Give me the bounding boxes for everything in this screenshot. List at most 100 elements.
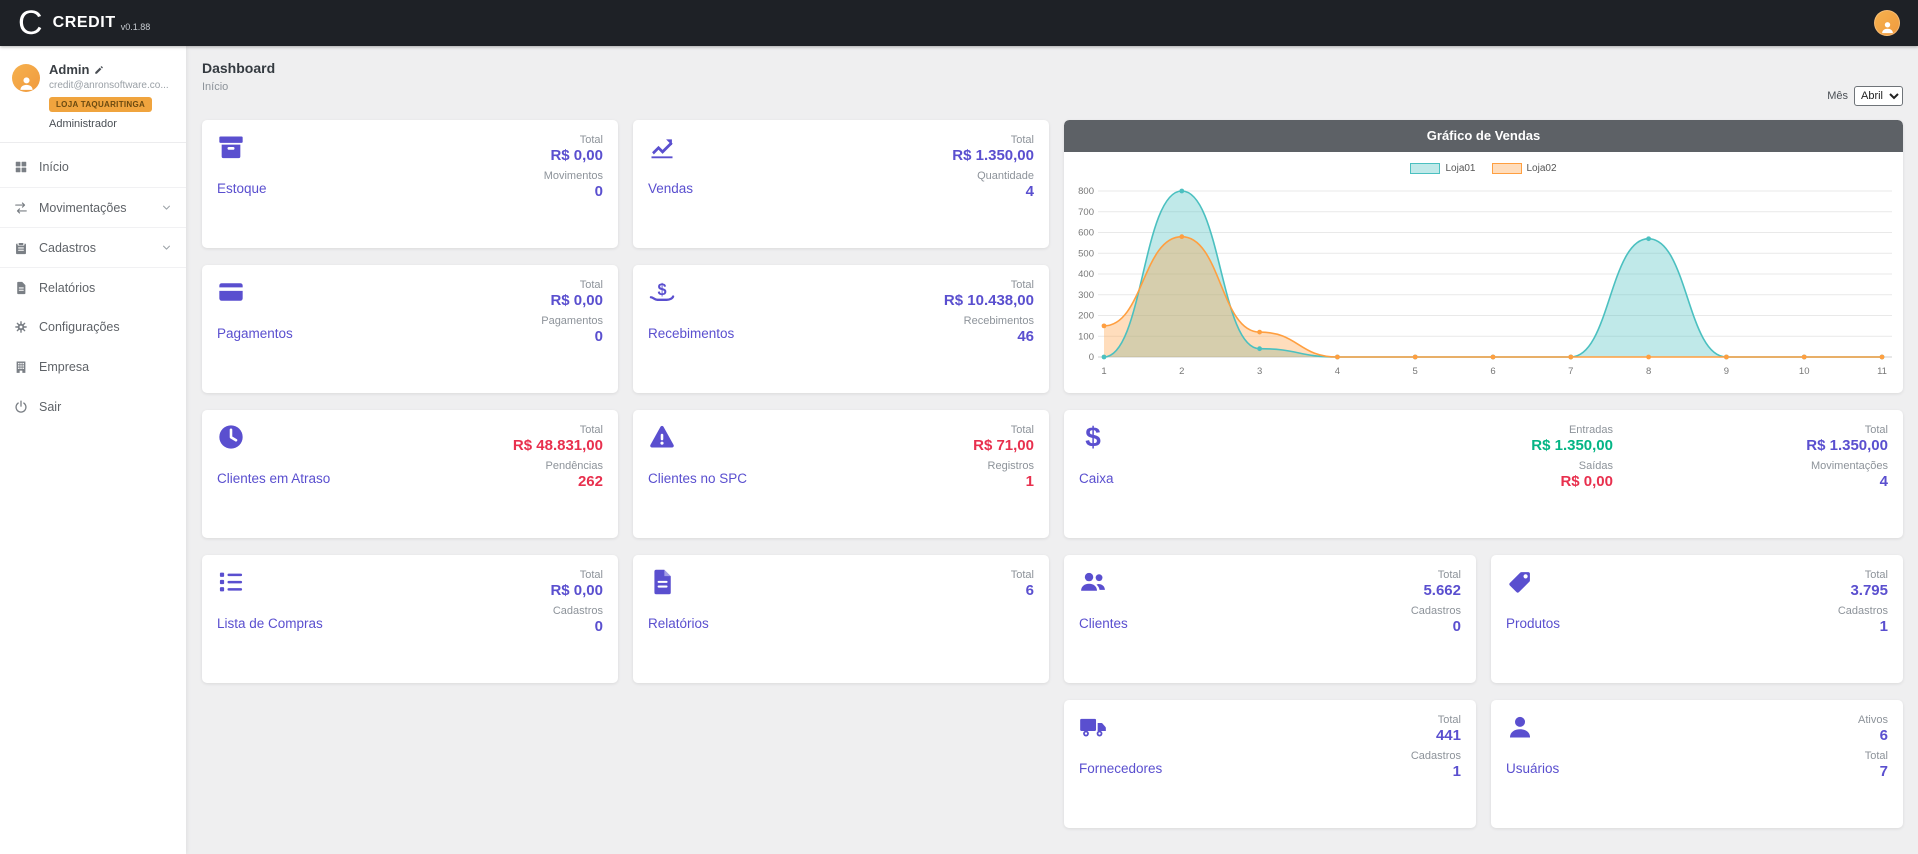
stat-value: 262 [578, 473, 603, 492]
card-title: Usuários [1506, 761, 1858, 776]
sidebar-item-movimentacoes[interactable]: Movimentações [0, 187, 186, 227]
stat-value: R$ 71,00 [973, 437, 1034, 456]
card-stats: TotalR$ 1.350,00Movimentações4 [1613, 423, 1888, 525]
stat-value: R$ 0,00 [1560, 473, 1613, 492]
stat-value: 46 [1017, 328, 1034, 347]
card-stats: TotalR$ 48.831,00 Pendências262 [513, 423, 603, 525]
user-avatar-button[interactable] [1874, 10, 1900, 36]
card-title: Estoque [217, 181, 544, 196]
pencil-icon [94, 65, 104, 75]
card-clientes-atraso[interactable]: Clientes em Atraso TotalR$ 48.831,00 Pendê… [202, 410, 618, 538]
svg-text:10: 10 [1799, 366, 1810, 377]
month-select[interactable]: Abril [1854, 86, 1903, 106]
svg-text:100: 100 [1078, 331, 1094, 342]
stat-label: Cadastros [1838, 604, 1888, 618]
card-stats: Total6 [1011, 568, 1034, 670]
stat-value: 441 [1436, 727, 1461, 746]
stat-label: Ativos [1858, 713, 1888, 727]
card-vendas[interactable]: VendasTotalR$ 1.350,00Quantidade4 [633, 120, 1049, 248]
sidebar-item-sair[interactable]: Sair [0, 387, 186, 427]
svg-text:$: $ [1085, 423, 1101, 451]
sidebar-item-empresa[interactable]: Empresa [0, 347, 186, 387]
tag-icon [1506, 568, 1534, 596]
brand-name: CREDIT [53, 14, 116, 32]
stat-value: 5.662 [1423, 582, 1461, 601]
card-lista-compras[interactable]: Lista de ComprasTotalR$ 0,00Cadastros0 [202, 555, 618, 683]
card-fornecedores[interactable]: FornecedoresTotal441Cadastros1 [1064, 700, 1476, 828]
main-content: Dashboard Início Mês Abril Gráfico de Ve… [186, 46, 1918, 854]
sidebar-item-cadastros[interactable]: Cadastros [0, 227, 186, 267]
stat-value: 1 [1880, 618, 1888, 637]
svg-text:3: 3 [1257, 366, 1262, 377]
card-stats: Ativos6Total7 [1858, 713, 1888, 815]
stat-label: Pendências [546, 459, 604, 473]
stat-label: Total [1865, 423, 1888, 437]
stat-label: Entradas [1569, 423, 1613, 437]
person-icon [18, 75, 35, 92]
card-estoque[interactable]: EstoqueTotalR$ 0,00Movimentos0 [202, 120, 618, 248]
card-stats: TotalR$ 1.350,00Quantidade4 [952, 133, 1034, 235]
sidebar-menu: Início MovimentaçõesCadastros Relatórios Co… [0, 143, 186, 431]
stat-label: Total [1865, 568, 1888, 582]
card-caixa[interactable]: $CaixaEntradasR$ 1.350,00SaídasR$ 0,00To… [1064, 410, 1903, 538]
archive-icon [217, 133, 245, 161]
stat-value: 3.795 [1850, 582, 1888, 601]
user-icon [1506, 713, 1534, 741]
card-usuarios[interactable]: UsuáriosAtivos6Total7 [1491, 700, 1903, 828]
stat-label: Movimentações [1811, 459, 1888, 473]
legend-item[interactable]: Loja02 [1492, 163, 1557, 174]
stat-value: 4 [1026, 183, 1034, 202]
card-produtos[interactable]: Produtos Total3.795 Cadastros1 [1491, 555, 1903, 683]
stat-value: 0 [595, 618, 603, 637]
stat-label: Cadastros [1411, 604, 1461, 618]
card-title: Relatórios [648, 616, 1011, 631]
stat-label: Total [1865, 749, 1888, 763]
truck-icon [1079, 713, 1107, 741]
edit-profile-icon[interactable] [94, 65, 104, 75]
building-icon [14, 360, 28, 374]
profile-role: Administrador [49, 118, 174, 130]
stat-label: Total [580, 423, 603, 437]
card-title: Produtos [1506, 616, 1838, 631]
card-title: Clientes no SPC [648, 471, 973, 486]
card-stats: EntradasR$ 1.350,00SaídasR$ 0,00 [1531, 423, 1613, 525]
sidebar-item-configuracoes[interactable]: Configurações [0, 307, 186, 347]
card-clientes-spc[interactable]: Clientes no SPCTotalR$ 71,00Registros1 [633, 410, 1049, 538]
card-stats: TotalR$ 0,00Cadastros0 [550, 568, 603, 670]
stat-value: 1 [1453, 763, 1461, 782]
stat-value: R$ 48.831,00 [513, 437, 603, 456]
card-stats: Total3.795 Cadastros1 [1838, 568, 1888, 670]
profile-name: Admin [49, 62, 89, 77]
users-icon [1079, 568, 1107, 596]
svg-text:6: 6 [1490, 366, 1495, 377]
card-pagamentos[interactable]: PagamentosTotalR$ 0,00Pagamentos0 [202, 265, 618, 393]
exchange-icon [14, 201, 28, 215]
card-title: Fornecedores [1079, 761, 1411, 776]
stat-value: R$ 1.350,00 [952, 147, 1034, 166]
power-icon [14, 400, 28, 414]
card-stats: TotalR$ 10.438,00Recebimentos46 [944, 278, 1034, 380]
stat-value: 6 [1026, 582, 1034, 601]
legend-item[interactable]: Loja01 [1410, 163, 1475, 174]
card-recebimentos[interactable]: $RecebimentosTotalR$ 10.438,00Recebiment… [633, 265, 1049, 393]
list-icon [217, 568, 245, 596]
svg-text:9: 9 [1724, 366, 1729, 377]
sidebar-item-relatorios[interactable]: Relatórios [0, 267, 186, 307]
card-clientes[interactable]: ClientesTotal5.662Cadastros0 [1064, 555, 1476, 683]
stat-value: R$ 10.438,00 [944, 292, 1034, 311]
avatar[interactable] [12, 64, 40, 92]
card-title: Clientes [1079, 616, 1411, 631]
sidebar-item-label: Início [39, 160, 69, 174]
sidebar-item-label: Empresa [39, 360, 89, 374]
person-icon [1880, 20, 1895, 35]
card-title: Clientes em Atraso [217, 471, 513, 486]
chart-legend: Loja01 Loja02 [1064, 161, 1903, 175]
sidebar-item-label: Relatórios [39, 281, 95, 295]
card-relatorios[interactable]: RelatóriosTotal6 [633, 555, 1049, 683]
card-stats: Total5.662Cadastros0 [1411, 568, 1461, 670]
legend-label: Loja02 [1527, 163, 1557, 174]
profile-section: Admin credit@anronsoftware.co... LOJA TA… [0, 46, 186, 143]
stat-label: Total [1438, 713, 1461, 727]
file-icon [648, 568, 676, 596]
sidebar-item-inicio[interactable]: Início [0, 147, 186, 187]
